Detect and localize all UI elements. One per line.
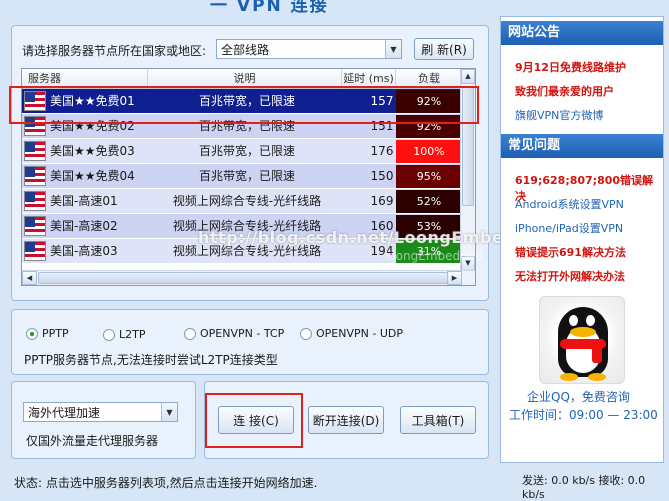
scroll-up-icon[interactable]: ▲ <box>461 69 475 84</box>
us-flag-icon <box>24 241 46 261</box>
server-name: 美国-高速01 <box>50 194 118 208</box>
radio-dot-icon[interactable] <box>184 327 196 340</box>
table-row[interactable]: 美国-高速01 视频上网综合专线-光纤线路 169 52% <box>22 189 462 214</box>
faq-link[interactable]: iPhone/iPad设置VPN <box>515 220 623 236</box>
mode-select[interactable]: 海外代理加速 ▼ <box>23 402 178 422</box>
mode-hint: 仅国外流量走代理服务器 <box>26 434 159 448</box>
announcement-link[interactable]: 致我们最亲爱的用户 <box>515 83 614 99</box>
server-name: 美国★★免费04 <box>50 169 135 183</box>
qq-penguin-icon[interactable] <box>539 296 625 384</box>
server-load: 100% <box>396 140 462 163</box>
server-desc: 百兆带宽，已限速 <box>198 144 295 158</box>
hscroll-thumb[interactable] <box>38 272 448 284</box>
traffic-readout: 发送: 0.0 kb/s 接收: 0.0 kb/s <box>522 474 646 501</box>
us-flag-icon <box>24 191 46 211</box>
faq-header: 常见问题 <box>501 134 663 158</box>
toolbox-button[interactable]: 工具箱(T) <box>400 406 476 434</box>
refresh-button[interactable]: 刷 新(R) <box>414 38 474 60</box>
mode-select-value: 海外代理加速 <box>28 405 101 420</box>
radio-l2tp[interactable]: L2TP <box>103 328 145 341</box>
announcement-link[interactable]: 9月12日免费线路维护 <box>515 59 626 75</box>
country-select[interactable]: 全部线路 ▼ <box>216 39 402 59</box>
table-row[interactable]: 美国★★免费04 百兆带宽，已限速 150 95% <box>22 164 462 189</box>
horizontal-scrollbar[interactable]: ◀ ▶ <box>22 270 475 285</box>
us-flag-icon <box>24 141 46 161</box>
selected-row-highlight <box>9 86 479 124</box>
sidebar: 网站公告 9月12日免费线路维护 致我们最亲爱的用户 旗舰VPN官方微博 常见问… <box>500 16 664 463</box>
us-flag-icon <box>24 216 46 236</box>
announcement-header: 网站公告 <box>501 21 663 45</box>
connect-button-highlight <box>205 393 303 448</box>
radio-pptp[interactable]: PPTP <box>26 327 69 340</box>
chevron-down-icon[interactable]: ▼ <box>385 40 401 58</box>
radio-label: OPENVPN - TCP <box>200 327 285 340</box>
window-title: 一 VPN 连接 <box>210 0 329 16</box>
server-desc: 百兆带宽，已限速 <box>198 169 295 183</box>
disconnect-button[interactable]: 断开连接(D) <box>308 406 384 434</box>
table-row[interactable]: 美国★★免费03 百兆带宽，已限速 176 100% <box>22 139 462 164</box>
server-load: 95% <box>396 165 462 188</box>
watermark-faint: loongEmbedded <box>385 249 483 263</box>
radio-dot-icon[interactable] <box>300 327 312 340</box>
chevron-down-icon[interactable]: ▼ <box>161 403 177 421</box>
server-name: 美国-高速03 <box>50 244 118 258</box>
server-name: 美国-高速02 <box>50 219 118 233</box>
us-flag-icon <box>24 166 46 186</box>
status-text: 状态: 点击选中服务器列表项,然后点击连接开始网络加速. <box>14 476 318 490</box>
scroll-left-icon[interactable]: ◀ <box>22 271 37 285</box>
server-load: 52% <box>396 190 462 213</box>
faq-link[interactable]: Android系统设置VPN <box>515 196 624 212</box>
radio-label: OPENVPN - UDP <box>316 327 403 340</box>
country-label: 请选择服务器节点所在国家或地区: <box>22 44 207 58</box>
radio-label: L2TP <box>119 328 146 341</box>
radio-openvpn-tcp[interactable]: OPENVPN - TCP <box>184 327 284 340</box>
radio-dot-icon[interactable] <box>26 327 38 340</box>
server-name: 美国★★免费03 <box>50 144 135 158</box>
scroll-right-icon[interactable]: ▶ <box>447 271 462 285</box>
qq-work-hours: 工作时间：09:00 — 23:00 <box>509 408 658 422</box>
faq-link[interactable]: 无法打开外网解决办法 <box>515 268 625 284</box>
announcement-link[interactable]: 旗舰VPN官方微博 <box>515 107 603 123</box>
radio-openvpn-udp[interactable]: OPENVPN - UDP <box>300 327 403 340</box>
radio-label: PPTP <box>42 327 69 340</box>
country-select-value: 全部线路 <box>221 42 270 57</box>
protocol-hint: PPTP服务器节点,无法连接时尝试L2TP连接类型 <box>24 353 278 367</box>
watermark: http://blog.csdn.net/LoongEmbedded <box>198 228 551 247</box>
server-desc: 视频上网综合专线-光纤线路 <box>172 194 322 208</box>
faq-link[interactable]: 错误提示691解决方法 <box>515 244 626 260</box>
qq-consult-title[interactable]: 企业QQ，免费咨询 <box>527 388 630 405</box>
radio-dot-icon[interactable] <box>103 328 115 341</box>
